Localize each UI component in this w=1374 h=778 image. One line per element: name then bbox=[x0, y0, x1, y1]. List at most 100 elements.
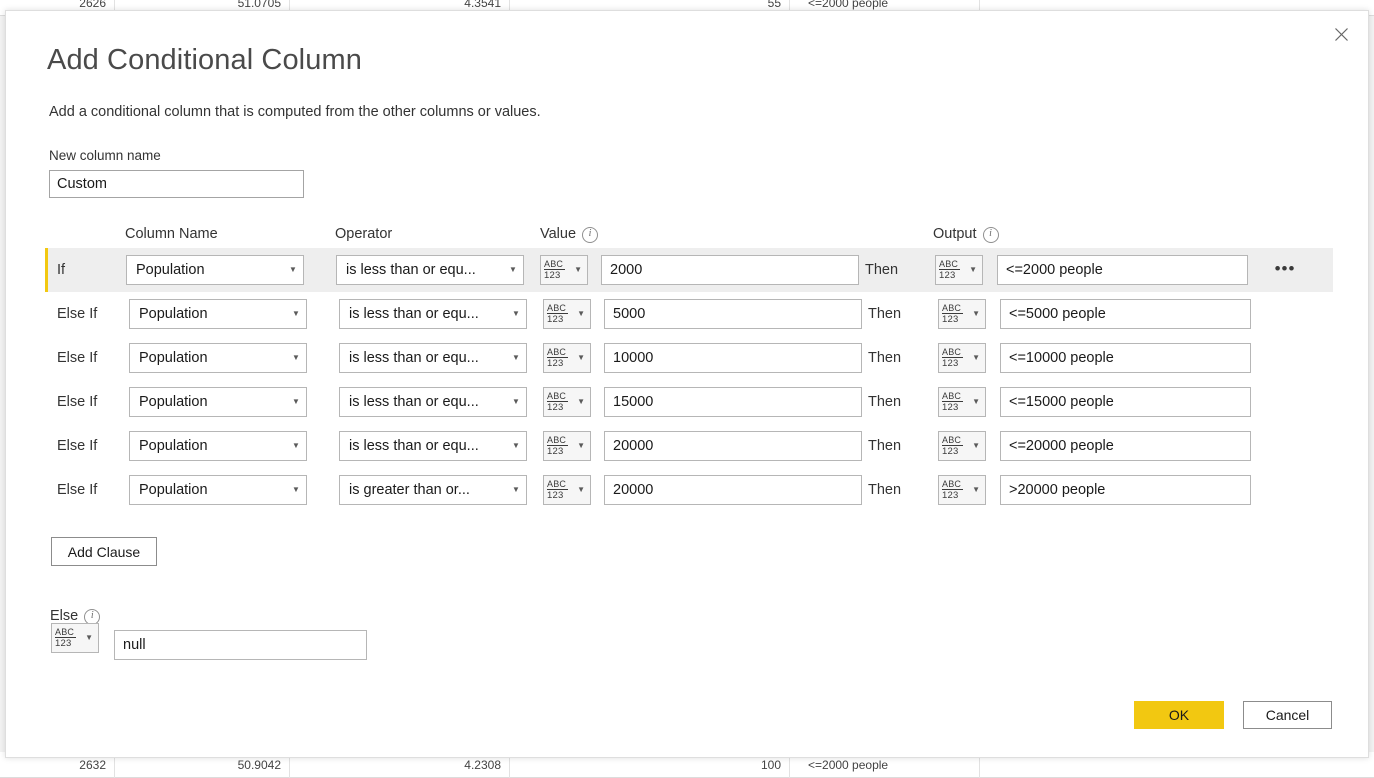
chevron-down-icon: ▼ bbox=[506, 354, 526, 362]
output-type-selector[interactable]: ABC123▼ bbox=[935, 255, 983, 285]
output-input[interactable] bbox=[1000, 475, 1251, 505]
chevron-down-icon: ▼ bbox=[503, 266, 523, 274]
dialog-description: Add a conditional column that is compute… bbox=[49, 104, 541, 120]
add-clause-button[interactable]: Add Clause bbox=[51, 537, 157, 566]
abc123-icon: ABC123 bbox=[544, 304, 572, 325]
abc-glyph: ABC bbox=[942, 304, 963, 314]
output-type-selector[interactable]: ABC123▼ bbox=[938, 475, 986, 505]
page-title: Add Conditional Column bbox=[47, 44, 362, 77]
value-input[interactable] bbox=[604, 475, 862, 505]
abc123-icon: ABC123 bbox=[939, 304, 967, 325]
column-name-dropdown[interactable]: Population▼ bbox=[129, 431, 307, 461]
clause-prefix-label: Else If bbox=[57, 336, 97, 380]
num-glyph: 123 bbox=[547, 314, 572, 325]
chevron-down-icon: ▼ bbox=[572, 354, 590, 362]
header-output-label: Output bbox=[933, 226, 977, 242]
operator-dropdown[interactable]: is less than or equ...▼ bbox=[339, 343, 527, 373]
num-glyph: 123 bbox=[942, 490, 967, 501]
value-type-selector[interactable]: ABC123▼ bbox=[543, 475, 591, 505]
chevron-down-icon: ▼ bbox=[286, 442, 306, 450]
header-operator-label: Operator bbox=[335, 226, 392, 242]
abc123-icon: ABC123 bbox=[939, 436, 967, 457]
clause-row: Else IfPopulation▼is less than or equ...… bbox=[45, 336, 1333, 380]
chevron-down-icon: ▼ bbox=[967, 486, 985, 494]
else-value-input[interactable] bbox=[114, 630, 367, 660]
header-value-label: Value bbox=[540, 226, 576, 242]
cancel-button[interactable]: Cancel bbox=[1243, 701, 1332, 729]
value-input[interactable] bbox=[601, 255, 859, 285]
chevron-down-icon: ▼ bbox=[506, 442, 526, 450]
value-input[interactable] bbox=[604, 431, 862, 461]
output-input[interactable] bbox=[1000, 387, 1251, 417]
abc123-icon: ABC123 bbox=[939, 348, 967, 369]
value-type-selector[interactable]: ABC123▼ bbox=[543, 299, 591, 329]
chevron-down-icon: ▼ bbox=[967, 442, 985, 450]
new-column-name-input[interactable] bbox=[49, 170, 304, 198]
close-icon[interactable] bbox=[1322, 16, 1360, 52]
column-name-dropdown[interactable]: Population▼ bbox=[129, 475, 307, 505]
chevron-down-icon: ▼ bbox=[80, 634, 98, 642]
column-name-value: Population bbox=[130, 394, 286, 410]
column-name-value: Population bbox=[130, 350, 286, 366]
header-operator: Operator bbox=[335, 226, 392, 242]
column-name-dropdown[interactable]: Population▼ bbox=[129, 343, 307, 373]
abc-glyph: ABC bbox=[942, 436, 963, 446]
chevron-down-icon: ▼ bbox=[506, 486, 526, 494]
value-input[interactable] bbox=[604, 387, 862, 417]
ok-button[interactable]: OK bbox=[1134, 701, 1224, 729]
chevron-down-icon: ▼ bbox=[572, 310, 590, 318]
value-input[interactable] bbox=[604, 299, 862, 329]
output-type-selector[interactable]: ABC123▼ bbox=[938, 343, 986, 373]
num-glyph: 123 bbox=[547, 358, 572, 369]
abc-glyph: ABC bbox=[547, 304, 568, 314]
value-input[interactable] bbox=[604, 343, 862, 373]
abc123-icon: ABC123 bbox=[544, 392, 572, 413]
operator-value: is less than or equ... bbox=[340, 306, 506, 322]
column-name-dropdown[interactable]: Population▼ bbox=[129, 387, 307, 417]
value-type-selector[interactable]: ABC123▼ bbox=[543, 343, 591, 373]
ellipsis-icon[interactable]: ••• bbox=[1267, 248, 1303, 292]
operator-dropdown[interactable]: is less than or equ...▼ bbox=[336, 255, 524, 285]
value-type-selector[interactable]: ABC123▼ bbox=[543, 431, 591, 461]
operator-value: is less than or equ... bbox=[337, 262, 503, 278]
then-label: Then bbox=[865, 248, 898, 292]
output-type-selector[interactable]: ABC123▼ bbox=[938, 299, 986, 329]
num-glyph: 123 bbox=[942, 358, 967, 369]
value-type-selector[interactable]: ABC123▼ bbox=[540, 255, 588, 285]
column-name-dropdown[interactable]: Population▼ bbox=[129, 299, 307, 329]
output-input[interactable] bbox=[1000, 431, 1251, 461]
info-icon[interactable] bbox=[582, 227, 598, 243]
chevron-down-icon: ▼ bbox=[506, 398, 526, 406]
num-glyph: 123 bbox=[942, 446, 967, 457]
abc123-icon: ABC 123 bbox=[52, 628, 80, 649]
column-name-dropdown[interactable]: Population▼ bbox=[126, 255, 304, 285]
operator-dropdown[interactable]: is less than or equ...▼ bbox=[339, 387, 527, 417]
abc-glyph: ABC bbox=[547, 348, 568, 358]
else-type-selector[interactable]: ABC 123 ▼ bbox=[51, 623, 99, 653]
header-output: Output bbox=[933, 226, 999, 242]
output-input[interactable] bbox=[1000, 299, 1251, 329]
operator-dropdown[interactable]: is greater than or...▼ bbox=[339, 475, 527, 505]
operator-value: is greater than or... bbox=[340, 482, 506, 498]
chevron-down-icon: ▼ bbox=[967, 310, 985, 318]
value-type-selector[interactable]: ABC123▼ bbox=[543, 387, 591, 417]
abc123-icon: ABC123 bbox=[939, 480, 967, 501]
output-type-selector[interactable]: ABC123▼ bbox=[938, 431, 986, 461]
output-input[interactable] bbox=[1000, 343, 1251, 373]
header-column-name-label: Column Name bbox=[125, 226, 218, 242]
abc-glyph: ABC bbox=[942, 348, 963, 358]
chevron-down-icon: ▼ bbox=[283, 266, 303, 274]
chevron-down-icon: ▼ bbox=[967, 354, 985, 362]
num-glyph: 123 bbox=[942, 314, 967, 325]
abc-glyph: ABC bbox=[547, 436, 568, 446]
info-icon[interactable] bbox=[983, 227, 999, 243]
chevron-down-icon: ▼ bbox=[506, 310, 526, 318]
output-type-selector[interactable]: ABC123▼ bbox=[938, 387, 986, 417]
num-glyph: 123 bbox=[547, 402, 572, 413]
operator-dropdown[interactable]: is less than or equ...▼ bbox=[339, 299, 527, 329]
chevron-down-icon: ▼ bbox=[286, 486, 306, 494]
operator-dropdown[interactable]: is less than or equ...▼ bbox=[339, 431, 527, 461]
operator-value: is less than or equ... bbox=[340, 350, 506, 366]
output-input[interactable] bbox=[997, 255, 1248, 285]
clause-row: IfPopulation▼is less than or equ...▼ABC1… bbox=[45, 248, 1333, 292]
